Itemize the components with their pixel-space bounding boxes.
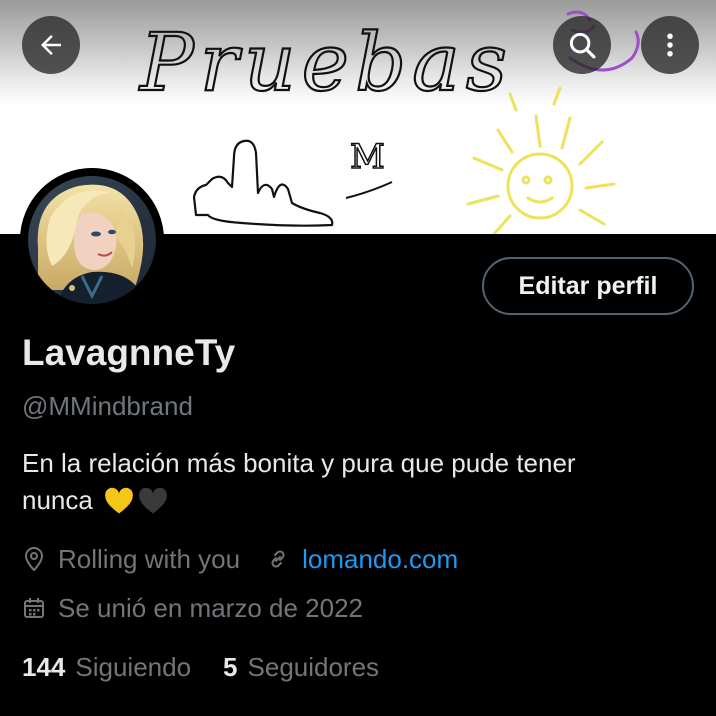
website[interactable]: lomando.com bbox=[266, 544, 458, 575]
joined-text: Se unió en marzo de 2022 bbox=[58, 592, 363, 623]
search-icon bbox=[569, 32, 596, 59]
followers-link[interactable]: 5 Seguidores bbox=[223, 652, 379, 683]
calendar-icon bbox=[24, 598, 44, 618]
banner-small-letter: M bbox=[350, 137, 385, 177]
banner-handwriting: Pruebas bbox=[138, 16, 513, 109]
search-button[interactable] bbox=[553, 16, 611, 74]
edit-profile-button[interactable]: Editar perfil bbox=[482, 257, 694, 315]
following-count: 144 bbox=[22, 651, 66, 682]
following-label: Siguiendo bbox=[75, 651, 192, 682]
more-options-button[interactable] bbox=[641, 16, 699, 74]
black-heart-icon bbox=[138, 487, 168, 525]
followers-count: 5 bbox=[223, 651, 238, 682]
location-pin-icon bbox=[24, 546, 44, 572]
avatar[interactable] bbox=[20, 168, 164, 312]
arrow-left-icon bbox=[41, 35, 61, 55]
followers-label: Seguidores bbox=[247, 651, 380, 682]
display-name: LavagnneTy bbox=[22, 332, 236, 373]
username-handle: @MMindbrand bbox=[22, 391, 193, 421]
bio-line-2: nunca bbox=[22, 485, 93, 515]
back-button[interactable] bbox=[22, 16, 80, 74]
profile-page: Pruebas M Editar perfil LavagnneTy @MMin… bbox=[0, 0, 716, 716]
profile-meta-location-website: Rolling with you lomando.com bbox=[22, 542, 458, 576]
yellow-heart-icon bbox=[104, 487, 134, 525]
bio-line-2-wrap: nunca bbox=[22, 482, 682, 525]
following-link[interactable]: 144 Siguiendo bbox=[22, 652, 191, 683]
bio-line-1: En la relación más bonita y pura que pud… bbox=[22, 448, 576, 478]
location-text: Rolling with you bbox=[58, 543, 241, 574]
profile-bio: En la relación más bonita y pura que pud… bbox=[22, 445, 682, 525]
profile-meta-joined: Se unió en marzo de 2022 bbox=[22, 591, 363, 625]
website-link[interactable]: lomando.com bbox=[302, 544, 458, 575]
avatar-illustration bbox=[20, 168, 164, 312]
link-icon bbox=[271, 550, 285, 568]
more-vertical-icon bbox=[667, 33, 673, 57]
follow-stats: 144 Siguiendo 5 Seguidores bbox=[22, 650, 379, 684]
